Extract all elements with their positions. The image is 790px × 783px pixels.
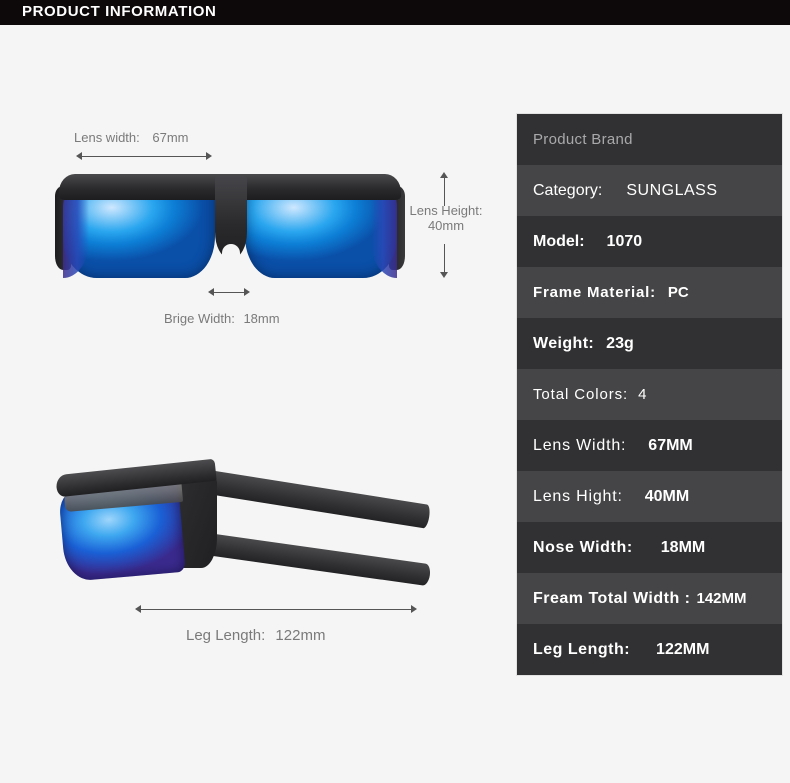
side-temple-arm-upper <box>200 469 432 529</box>
spec-label: Lens Hight: <box>533 487 623 505</box>
spec-row-model: Model: 1070 <box>517 216 782 267</box>
spec-row-lens-hight: Lens Hight: 40MM <box>517 471 782 522</box>
spec-row-nose-width: Nose Width: 18MM <box>517 522 782 573</box>
spec-row-leg-length: Leg Length: 122MM <box>517 624 782 675</box>
spec-label: Frame Material: <box>533 284 656 301</box>
arrow-line <box>444 244 445 274</box>
header-bar: PRODUCT INFORMATION <box>0 0 790 25</box>
annotation-brige-width-label: Brige Width: 18mm <box>164 311 280 326</box>
spec-label: Model: <box>533 232 585 250</box>
spec-row-lens-width: Lens Width: 67MM <box>517 420 782 471</box>
spec-label: Fream Total Width : <box>533 589 691 607</box>
spec-value: 18MM <box>660 538 706 556</box>
arrow-head-right-icon <box>244 288 250 296</box>
arrow-line <box>212 292 246 293</box>
spec-label: Product Brand <box>533 131 633 148</box>
spec-value: SUNGLASS <box>626 181 718 199</box>
spec-row-weight: Weight: 23g <box>517 318 782 369</box>
spec-value: 142MM <box>696 590 747 607</box>
arrow-head-right-icon <box>206 152 212 160</box>
spec-label: Category: <box>533 181 603 199</box>
arrow-line <box>80 156 208 157</box>
annotation-lens-width-arrow <box>76 152 212 161</box>
spec-row-total-colors: Total Colors: 4 <box>517 369 782 420</box>
annotation-lens-height-arrow-bottom <box>440 240 449 278</box>
spec-row-frame-material: Frame Material: PC <box>517 267 782 318</box>
annotation-brige-width-arrow <box>208 288 250 297</box>
spec-label: Weight: <box>533 334 595 352</box>
spec-value: 67MM <box>648 436 693 454</box>
spec-value: 4 <box>638 386 647 403</box>
page-title: PRODUCT INFORMATION <box>22 3 217 20</box>
spec-row-product-brand: Product Brand <box>517 114 782 165</box>
spec-row-category: Category: SUNGLASS <box>517 165 782 216</box>
spec-value: PC <box>667 284 689 301</box>
spec-row-fream-total-width: Fream Total Width : 142MM <box>517 573 782 624</box>
side-temple-arm-lower <box>205 533 432 587</box>
annotation-leg-length-label: Leg Length: 122mm <box>186 627 326 644</box>
arrow-line <box>444 176 445 206</box>
sunglasses-side-view-image <box>42 455 432 595</box>
spec-label: Leg Length: <box>533 640 631 658</box>
spec-value: 23g <box>606 334 634 352</box>
spec-label: Lens Width: <box>533 436 627 454</box>
front-nose-notch <box>222 244 240 266</box>
spec-value: 40MM <box>644 487 690 505</box>
arrow-head-down-icon <box>440 272 448 278</box>
spec-label: Total Colors: <box>533 386 629 403</box>
annotation-lens-width-label: Lens width: 67mm <box>74 130 189 145</box>
arrow-head-right-icon <box>411 605 417 613</box>
sunglasses-front-view-image <box>55 172 405 287</box>
annotation-lens-height-label: Lens Height: 40mm <box>409 203 483 233</box>
arrow-line <box>139 609 413 610</box>
product-spec-table: Product Brand Category: SUNGLASS Model: … <box>516 113 783 676</box>
spec-label: Nose Width: <box>533 538 633 556</box>
annotation-leg-length-arrow <box>135 605 417 614</box>
spec-value: 122MM <box>656 640 710 658</box>
spec-value: 1070 <box>606 232 643 250</box>
